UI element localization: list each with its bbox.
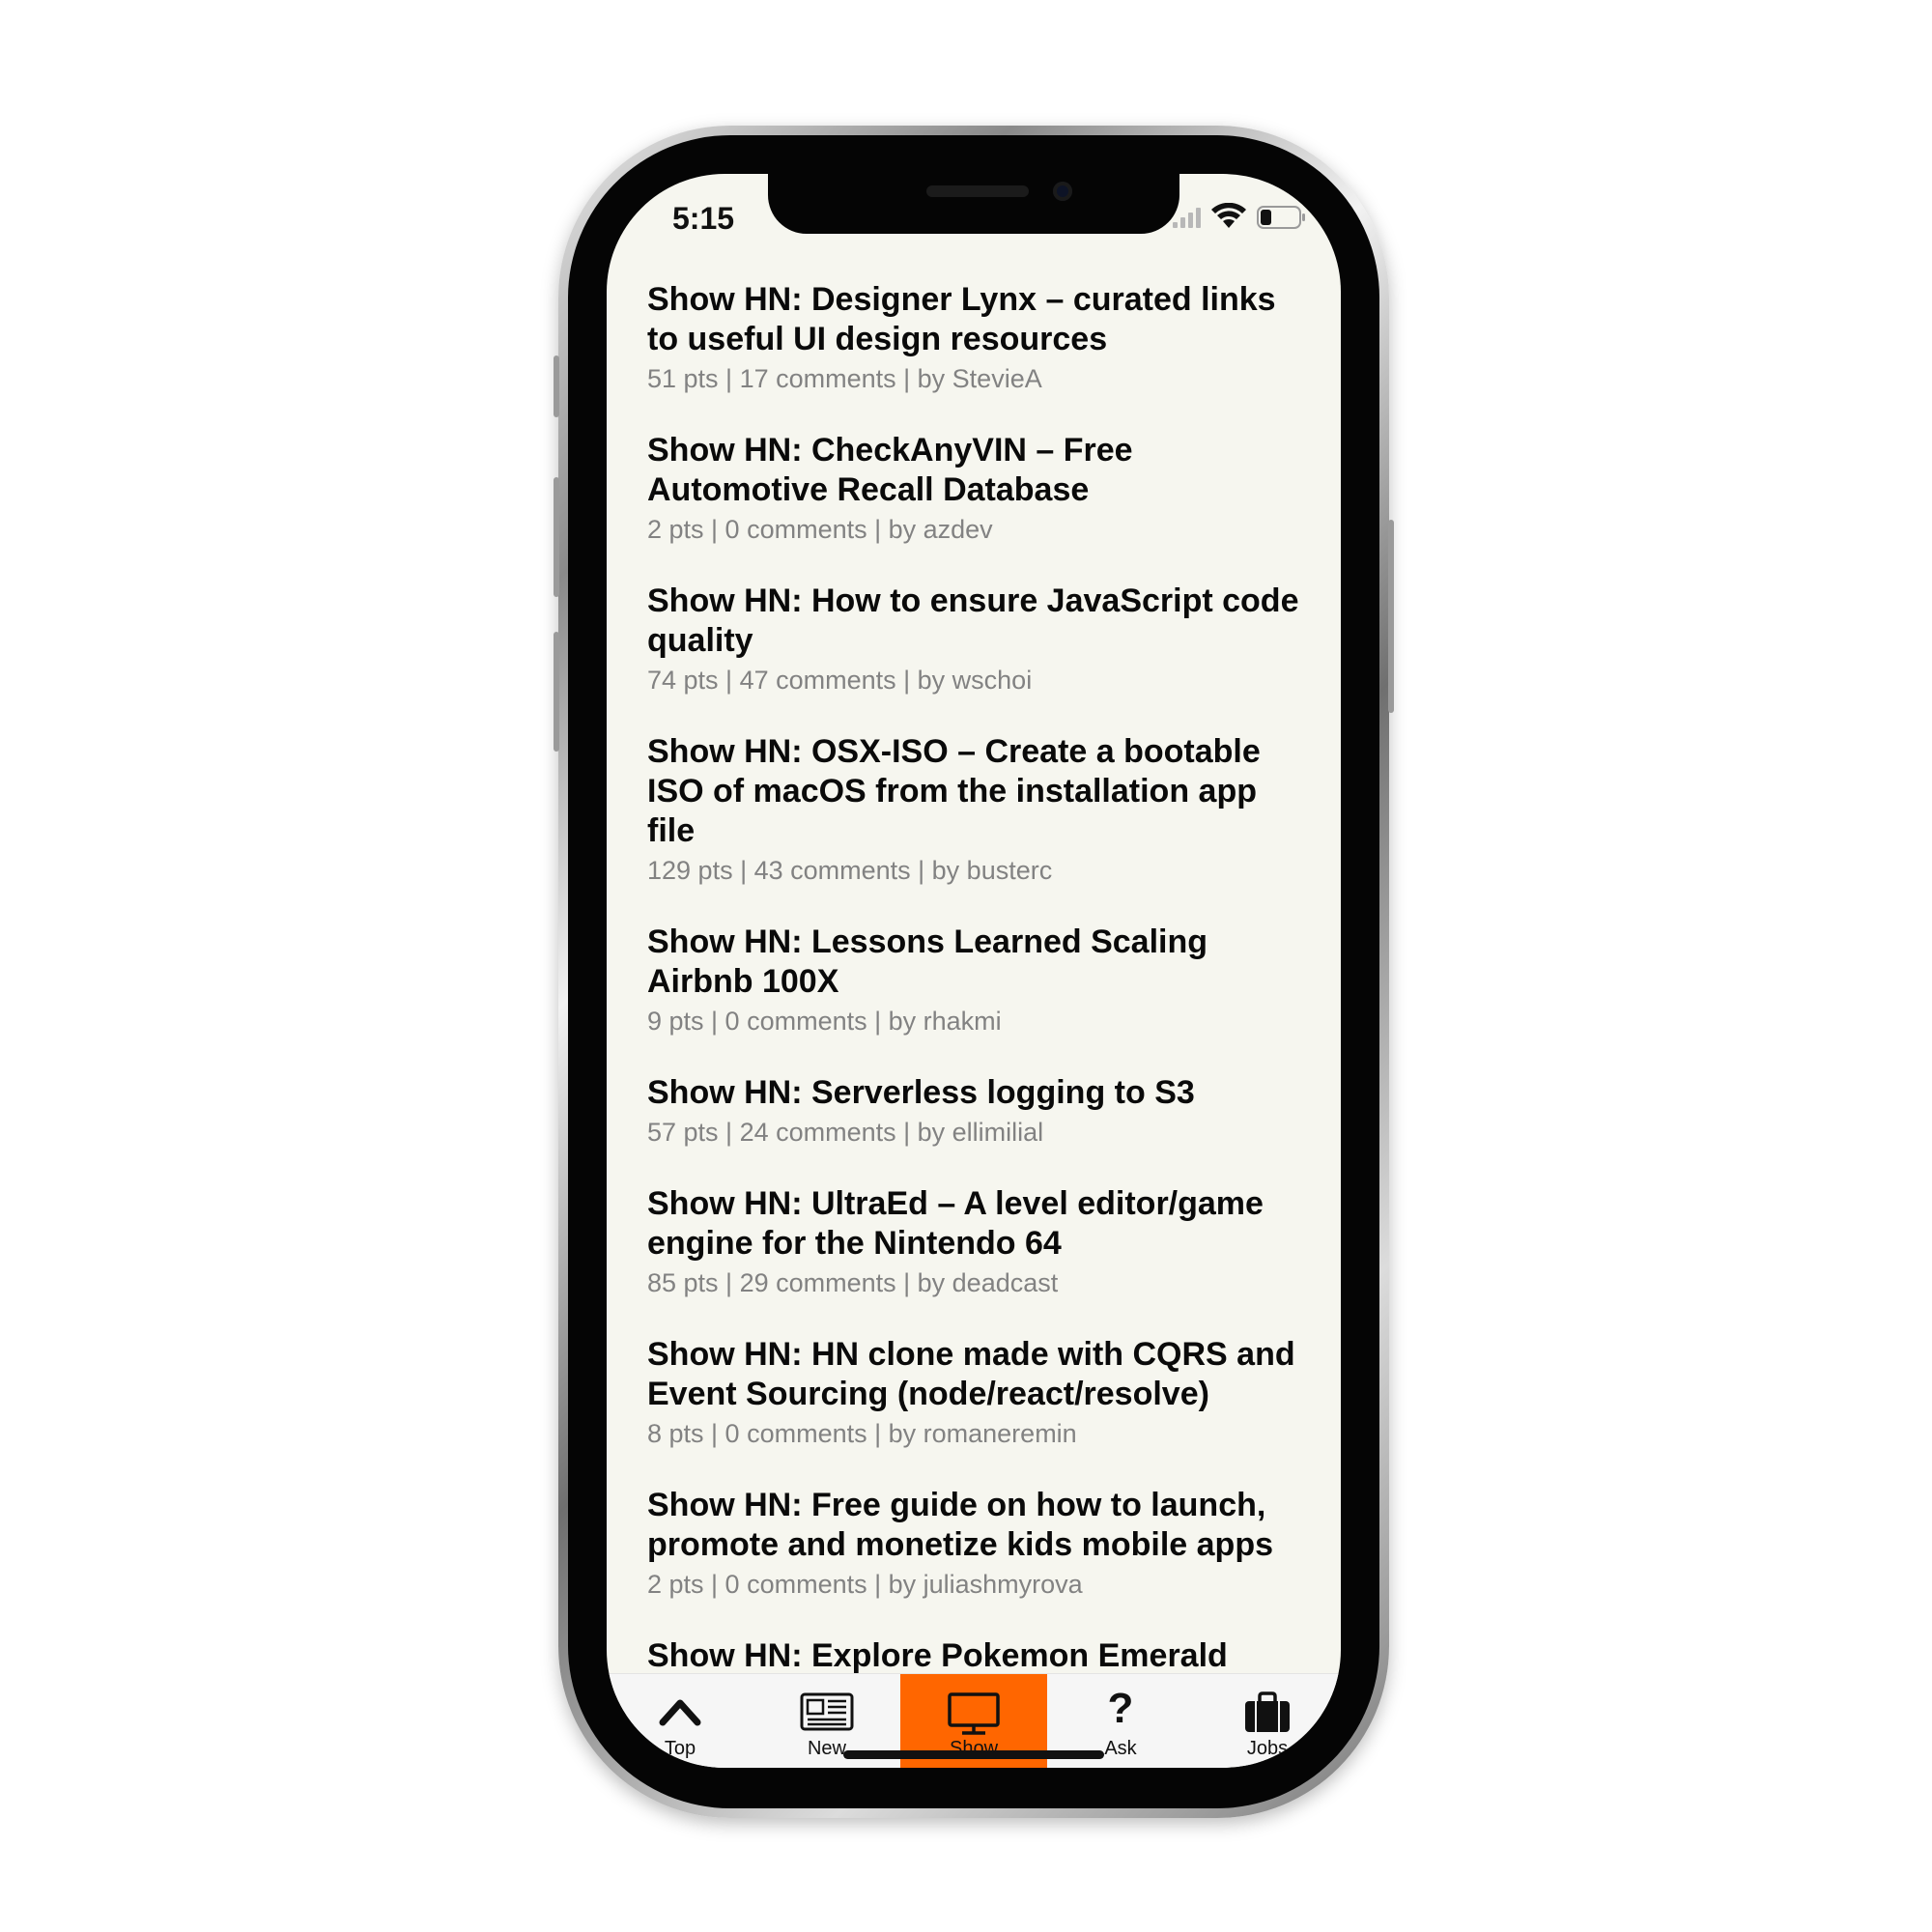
- article-title[interactable]: Show HN: OSX-ISO – Create a bootable ISO…: [647, 732, 1304, 851]
- article-meta: 74 pts | 47 comments | by wschoi: [647, 666, 1033, 695]
- article-meta: 129 pts | 43 comments | by busterc: [647, 856, 1053, 885]
- list-item[interactable]: Show HN: Serverless logging to S3 57 pts…: [607, 1073, 1341, 1150]
- list-item[interactable]: Show HN: Explore Pokemon Emerald: [607, 1636, 1341, 1673]
- monitor-icon: [948, 1692, 1000, 1735]
- list-item[interactable]: Show HN: How to ensure JavaScript code q…: [607, 582, 1341, 697]
- article-title[interactable]: Show HN: UltraEd – A level editor/game e…: [647, 1184, 1304, 1264]
- article-meta: 2 pts | 0 comments | by juliashmyrova: [647, 1570, 1083, 1599]
- status-icons: [1173, 202, 1308, 232]
- home-indicator[interactable]: [843, 1750, 1104, 1759]
- list-item[interactable]: Show HN: HN clone made with CQRS and Eve…: [607, 1335, 1341, 1451]
- volume-up-button: [554, 477, 559, 597]
- front-camera: [1053, 182, 1072, 201]
- chevron-up-icon: [659, 1699, 701, 1726]
- question-mark-icon: ?: [1107, 1685, 1134, 1732]
- list-item[interactable]: Show HN: Designer Lynx – curated links t…: [607, 280, 1341, 396]
- tab-top[interactable]: Top: [607, 1674, 753, 1768]
- wifi-icon: [1211, 202, 1246, 228]
- status-time: 5:15: [672, 201, 735, 236]
- list-item[interactable]: Show HN: UltraEd – A level editor/game e…: [607, 1184, 1341, 1300]
- battery-icon: [1257, 206, 1305, 229]
- phone-screen: 5:15 Show HN: Designer Lynx – curated li…: [607, 174, 1341, 1768]
- article-meta: 8 pts | 0 comments | by romaneremin: [647, 1419, 1077, 1448]
- article-meta: 2 pts | 0 comments | by azdev: [647, 515, 993, 544]
- article-title[interactable]: Show HN: How to ensure JavaScript code q…: [647, 582, 1304, 661]
- article-title[interactable]: Show HN: CheckAnyVIN – Free Automotive R…: [647, 431, 1304, 510]
- article-meta: 85 pts | 29 comments | by deadcast: [647, 1268, 1059, 1297]
- silent-switch: [554, 355, 559, 417]
- cellular-signal-icon: [1173, 208, 1201, 228]
- article-title[interactable]: Show HN: Serverless logging to S3: [647, 1073, 1304, 1113]
- article-title[interactable]: Show HN: Designer Lynx – curated links t…: [647, 280, 1304, 359]
- list-item[interactable]: Show HN: CheckAnyVIN – Free Automotive R…: [607, 431, 1341, 547]
- newspaper-icon: [800, 1692, 854, 1731]
- power-button: [1388, 520, 1394, 713]
- article-title[interactable]: Show HN: HN clone made with CQRS and Eve…: [647, 1335, 1304, 1414]
- tab-label: Top: [664, 1738, 696, 1759]
- article-list: Show HN: Designer Lynx – curated links t…: [607, 280, 1341, 1673]
- notch: [768, 174, 1179, 234]
- tab-jobs[interactable]: Jobs: [1194, 1674, 1341, 1768]
- article-title[interactable]: Show HN: Free guide on how to launch, pr…: [647, 1486, 1304, 1565]
- speaker-grille: [926, 185, 1029, 197]
- article-title[interactable]: Show HN: Explore Pokemon Emerald: [647, 1636, 1304, 1673]
- volume-down-button: [554, 632, 559, 752]
- list-item[interactable]: Show HN: Lessons Learned Scaling Airbnb …: [607, 923, 1341, 1038]
- article-title[interactable]: Show HN: Lessons Learned Scaling Airbnb …: [647, 923, 1304, 1002]
- article-meta: 9 pts | 0 comments | by rhakmi: [647, 1007, 1002, 1036]
- list-item[interactable]: Show HN: OSX-ISO – Create a bootable ISO…: [607, 732, 1341, 888]
- article-meta: 51 pts | 17 comments | by StevieA: [647, 364, 1042, 393]
- briefcase-icon: [1245, 1691, 1290, 1732]
- tab-label: Jobs: [1246, 1738, 1289, 1759]
- article-meta: 57 pts | 24 comments | by ellimilial: [647, 1118, 1044, 1147]
- list-item[interactable]: Show HN: Free guide on how to launch, pr…: [607, 1486, 1341, 1602]
